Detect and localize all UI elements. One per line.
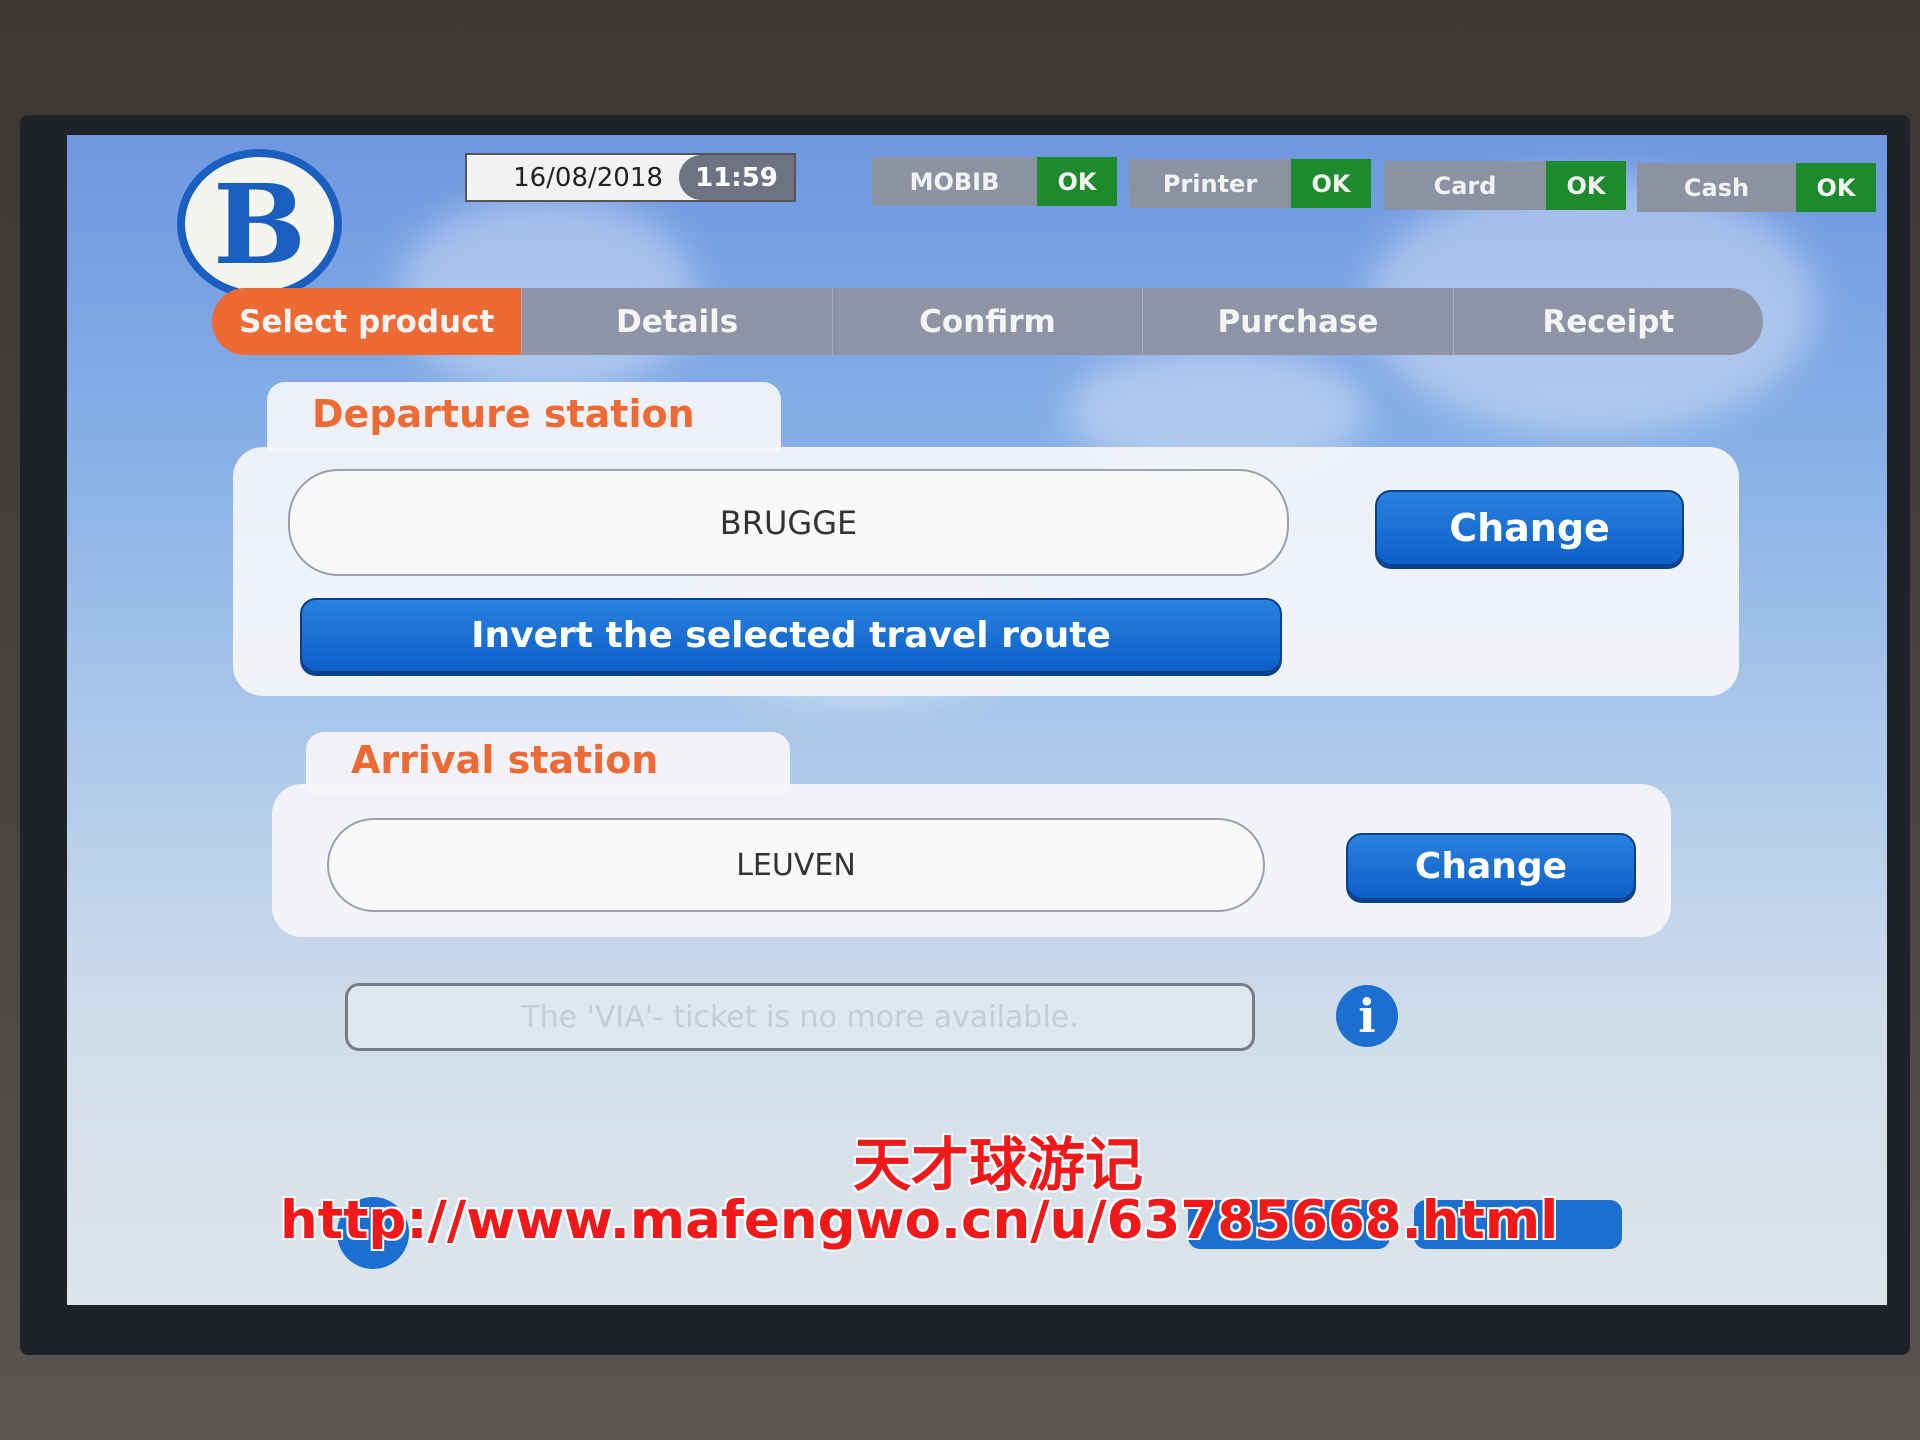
progress-steps: Select product Details Confirm Purchase … xyxy=(212,288,1763,355)
watermark-url: http://www.mafengwo.cn/u/63785668.html xyxy=(280,1190,1559,1251)
via-station-field: The 'VIA'- ticket is no more available. xyxy=(345,983,1255,1051)
step-confirm: Confirm xyxy=(833,288,1144,355)
time-text: 11:59 xyxy=(679,155,794,200)
status-badge: OK xyxy=(1546,161,1626,210)
step-details: Details xyxy=(522,288,833,355)
info-icon[interactable]: i xyxy=(1336,985,1398,1047)
change-departure-button[interactable]: Change xyxy=(1375,490,1684,566)
status-badge: OK xyxy=(1037,157,1117,206)
step-receipt: Receipt xyxy=(1542,303,1675,340)
arrival-station-field[interactable]: LEUVEN xyxy=(327,818,1265,912)
step-purchase: Purchase xyxy=(1143,288,1454,355)
status-card: Card OK xyxy=(1384,161,1626,210)
status-cash: Cash OK xyxy=(1637,163,1876,212)
date-text: 16/08/2018 xyxy=(513,162,663,193)
departure-station-field[interactable]: BRUGGE xyxy=(288,469,1289,576)
status-badge: OK xyxy=(1291,159,1371,208)
invert-route-button[interactable]: Invert the selected travel route xyxy=(300,598,1282,673)
status-badge: OK xyxy=(1796,163,1876,212)
step-select-product: Select product xyxy=(212,288,523,355)
datetime-display: 16/08/2018 11:59 xyxy=(465,153,796,202)
change-arrival-button[interactable]: Change xyxy=(1346,833,1636,900)
status-mobib: MOBIB OK xyxy=(872,157,1117,206)
departure-title: Departure station xyxy=(267,382,781,452)
sncb-logo: B xyxy=(177,149,342,299)
status-printer: Printer OK xyxy=(1129,159,1371,208)
